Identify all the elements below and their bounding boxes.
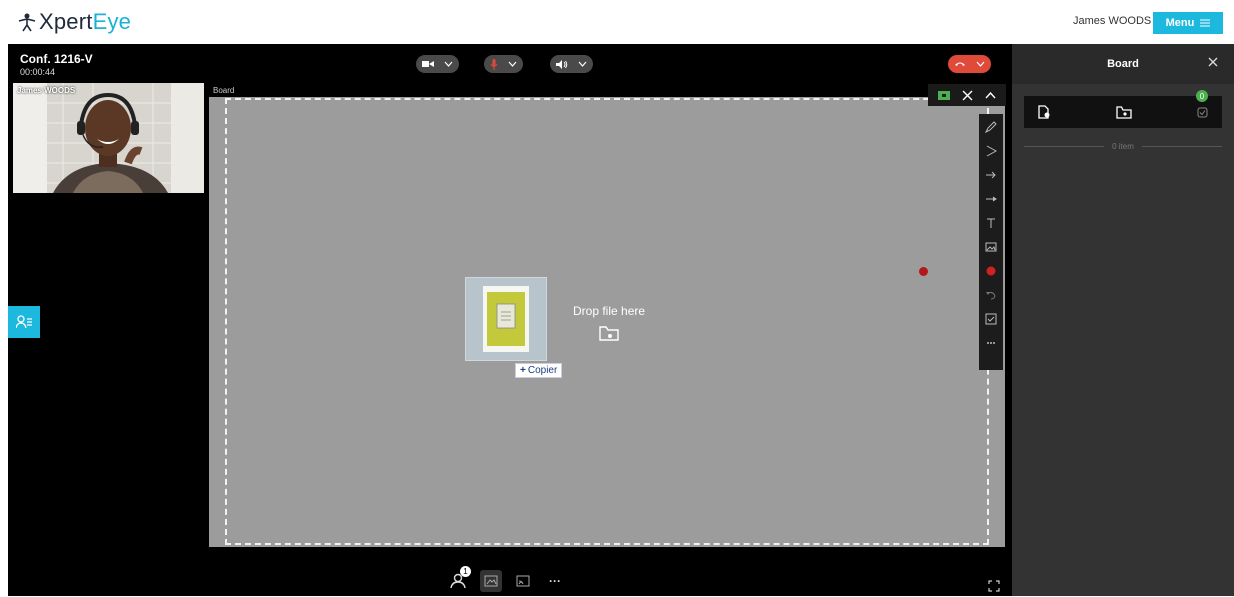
divider: [1024, 146, 1105, 147]
conference-timer: 00:00:44: [20, 67, 56, 77]
plus-icon: +: [520, 365, 526, 376]
checklist-icon[interactable]: [1197, 107, 1208, 118]
logo-text-accent: Eye: [92, 9, 132, 34]
fullscreen-button[interactable]: [988, 579, 1000, 597]
camera-control[interactable]: [416, 55, 459, 73]
board-side-panel: Board 0 0 item: [1012, 44, 1234, 596]
chevron-up-icon[interactable]: [985, 91, 996, 99]
participants-badge: 1: [460, 566, 471, 577]
screen-share-icon[interactable]: [938, 90, 950, 100]
drop-zone[interactable]: [225, 98, 989, 545]
color-picker-icon[interactable]: [983, 262, 999, 280]
folder-icon[interactable]: [1115, 105, 1132, 119]
line-arrow-icon[interactable]: [983, 190, 999, 208]
triangle-icon[interactable]: [983, 142, 999, 160]
close-icon[interactable]: [962, 90, 973, 101]
logo-figure-icon: [18, 13, 36, 32]
copy-badge: + Copier: [515, 363, 563, 378]
speaker-control[interactable]: [550, 55, 593, 73]
cast-button[interactable]: [512, 570, 534, 592]
text-icon[interactable]: [983, 214, 999, 232]
menu-label: Menu: [1165, 17, 1195, 29]
pointer-marker: [919, 267, 928, 276]
participant-video[interactable]: James WOODS: [13, 83, 204, 193]
participant-video-image: [13, 83, 204, 193]
board-canvas[interactable]: + Copier Drop file here: [209, 97, 1005, 547]
camera-icon: [422, 61, 434, 67]
board-window-controls: [928, 84, 1006, 106]
hamburger-icon: [1200, 19, 1211, 27]
image-icon[interactable]: [983, 238, 999, 256]
contacts-button[interactable]: [8, 306, 40, 338]
drop-file-text: Drop file here: [573, 304, 646, 318]
pen-icon[interactable]: [983, 118, 999, 136]
chevron-down-icon[interactable]: [578, 61, 587, 67]
board-view-icon: [484, 575, 498, 587]
panel-tabs: [1024, 96, 1222, 128]
more-tools-icon[interactable]: [983, 334, 999, 352]
panel-header: Board: [1012, 44, 1234, 84]
logo-text-prefix: Xpert: [39, 9, 93, 34]
menu-button[interactable]: Menu: [1153, 12, 1223, 34]
microphone-icon: [490, 58, 498, 70]
microphone-control[interactable]: [484, 55, 523, 73]
file-add-icon[interactable]: [1038, 105, 1050, 119]
item-count: 0 item: [1112, 142, 1134, 151]
arrow-icon[interactable]: [983, 166, 999, 184]
bottom-toolbar: 1 ···: [448, 566, 566, 592]
speaker-icon: [556, 59, 568, 69]
participants-button[interactable]: 1: [448, 566, 471, 592]
close-icon: [1208, 57, 1218, 67]
cast-icon: [516, 575, 530, 587]
folder-icon: [599, 325, 619, 347]
participant-name-label: James WOODS: [17, 86, 76, 95]
document-image: [483, 286, 529, 352]
undo-icon[interactable]: [983, 286, 999, 304]
top-bar: XpertEye James WOODS Menu: [0, 0, 1234, 44]
save-board-icon[interactable]: [983, 310, 999, 328]
more-options-button[interactable]: ···: [544, 570, 566, 592]
board-label: Board: [213, 86, 235, 95]
more-options-label: ···: [549, 574, 561, 588]
board-view-button[interactable]: [480, 570, 502, 592]
item-count-row: 0 item: [1024, 142, 1223, 151]
divider: [1141, 146, 1223, 147]
xperteye-logo: XpertEye: [18, 8, 131, 36]
user-name[interactable]: James WOODS: [1073, 15, 1151, 27]
panel-title: Board: [1107, 58, 1139, 70]
chevron-down-icon[interactable]: [444, 61, 453, 67]
chevron-down-icon[interactable]: [508, 61, 517, 67]
checklist-badge: 0: [1196, 90, 1208, 102]
expand-icon: [988, 580, 1000, 592]
hangup-control[interactable]: [948, 55, 991, 73]
hangup-icon[interactable]: [954, 61, 966, 67]
copy-label: Copier: [527, 365, 558, 376]
contacts-icon: [16, 315, 32, 329]
chevron-down-icon[interactable]: [976, 61, 985, 67]
dragged-file-thumbnail[interactable]: [465, 277, 547, 361]
panel-close-button[interactable]: [1208, 54, 1218, 70]
conference-title: Conf. 1216-V: [20, 52, 93, 66]
annotation-toolbar: [979, 114, 1003, 370]
conference-area: Conf. 1216-V 00:00:44 James WOODS Board …: [8, 44, 1012, 596]
